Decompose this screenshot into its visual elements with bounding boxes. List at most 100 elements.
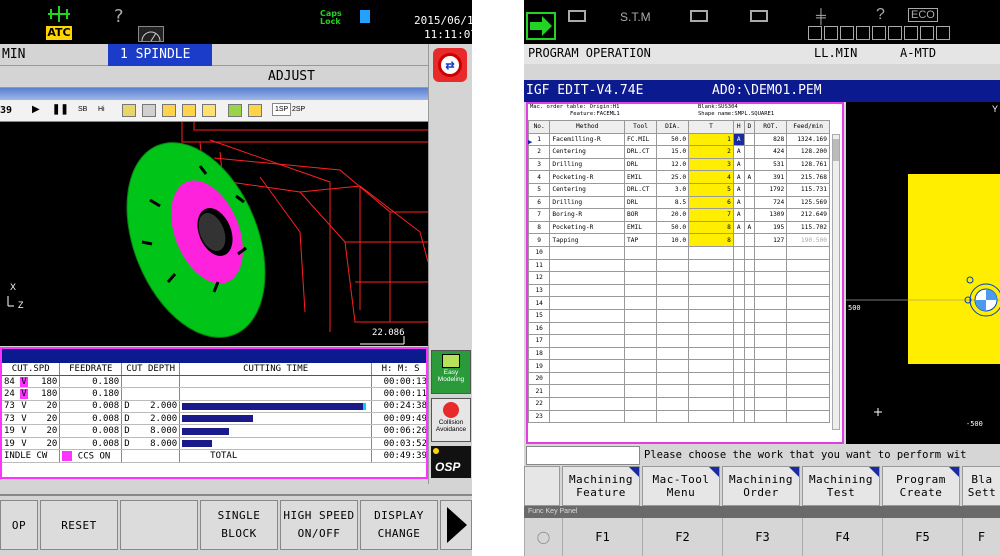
table-row[interactable]: 5 Centering DRL.CT 3.0 5 A 1792 115.731 bbox=[528, 182, 830, 197]
view-cube-icon[interactable] bbox=[228, 104, 242, 117]
shape-viewport[interactable]: Y 500 500 -500 bbox=[846, 102, 1000, 444]
fkey-high-speed[interactable]: HIGH SPEED ON/OFF bbox=[280, 500, 358, 550]
row-no: 10 bbox=[528, 245, 551, 260]
table-row[interactable]: 14 bbox=[528, 296, 830, 310]
toggle-icon[interactable] bbox=[750, 10, 768, 22]
table-row[interactable]: 2 Centering DRL.CT 15.0 2 A 424 128.200 bbox=[528, 145, 830, 159]
empty-cell bbox=[732, 308, 745, 323]
tick-label: -500 bbox=[966, 420, 983, 428]
empty-cell bbox=[754, 271, 788, 285]
table-row[interactable]: 1 Facemilling-R FC.MIL 50.0 1 A 828 1324.169 bbox=[528, 132, 830, 147]
fkey-blank-setting[interactable]: Bla Sett bbox=[962, 466, 1000, 506]
f1-key[interactable]: F1 bbox=[562, 518, 642, 556]
table-row[interactable]: 73 V 20 0.008 D 2.000 00:09:49 bbox=[2, 412, 426, 426]
empty-cell bbox=[786, 283, 830, 298]
table-row[interactable]: 20 bbox=[528, 371, 830, 386]
fkey-empty[interactable] bbox=[120, 500, 198, 550]
fkey-reset[interactable]: RESET bbox=[40, 500, 118, 550]
table-row[interactable]: 3 Drilling DRL 12.0 3 A 531 128.761 bbox=[528, 157, 830, 172]
view-cube-icon[interactable] bbox=[202, 104, 216, 117]
spindle2-toggle[interactable]: 2SP bbox=[292, 106, 305, 113]
table-row[interactable]: 12 bbox=[528, 271, 830, 285]
table-row[interactable]: 22 bbox=[528, 397, 830, 411]
view-cube-icon[interactable] bbox=[248, 104, 262, 117]
view-cube-icon[interactable] bbox=[162, 104, 176, 117]
table-row[interactable]: 21 bbox=[528, 384, 830, 399]
table-row[interactable]: 13 bbox=[528, 283, 830, 298]
table-scrollbar[interactable] bbox=[832, 134, 840, 430]
cv-mode: V bbox=[21, 413, 27, 424]
table-footer-row: INDLE CW CCS ON TOTAL 00:49:39 bbox=[2, 449, 426, 463]
view-tool-icon[interactable] bbox=[122, 104, 136, 117]
tool-number-cell: 4 bbox=[688, 170, 734, 184]
f2-key[interactable]: F2 bbox=[642, 518, 722, 556]
view-tool-icon[interactable] bbox=[142, 104, 156, 117]
table-row[interactable]: 16 bbox=[528, 321, 830, 336]
scroll-thumb[interactable] bbox=[833, 139, 839, 161]
simulation-viewport[interactable]: X Z 22.086 bbox=[0, 122, 428, 346]
row-no: 7 bbox=[528, 208, 551, 222]
depth-code: D bbox=[124, 438, 130, 449]
depth-code: D bbox=[124, 426, 130, 437]
col-header: H bbox=[732, 120, 745, 134]
table-row[interactable]: 4 Pocketing-R EMIL 25.0 4 A A 391 215.768 bbox=[528, 170, 830, 184]
table-row[interactable]: 6 Drilling DRL 8.5 6 A 724 125.569 bbox=[528, 195, 830, 210]
screen-icon[interactable] bbox=[690, 10, 708, 22]
collision-avoidance-button[interactable]: Collision Avoidance bbox=[431, 398, 471, 442]
hi-toggle[interactable]: Hi bbox=[98, 106, 105, 113]
fkey-op[interactable]: OP bbox=[0, 500, 38, 550]
fkey-machining-test[interactable]: Machining Test bbox=[802, 466, 880, 506]
table-row[interactable]: 19 V 20 0.008 D 8.000 00:03:52 bbox=[2, 437, 426, 451]
table-row[interactable]: 23 bbox=[528, 409, 830, 424]
document-icon[interactable] bbox=[360, 10, 370, 23]
next-page-arrow-icon[interactable] bbox=[440, 500, 472, 550]
fkey-mac-tool-menu[interactable]: Mac-Tool Menu bbox=[642, 466, 720, 506]
f4-key[interactable]: F4 bbox=[802, 518, 882, 556]
table-row[interactable]: 84 V 180 0.180 00:00:13 bbox=[2, 375, 426, 389]
single-block-toggle[interactable]: SB bbox=[78, 106, 87, 113]
h-cell: A bbox=[732, 195, 745, 210]
command-input[interactable] bbox=[526, 446, 640, 465]
no-program-icon[interactable]: ⇄ bbox=[433, 48, 467, 82]
empty-cell bbox=[624, 409, 658, 424]
table-row[interactable]: 18 bbox=[528, 346, 830, 361]
fkey-display-change[interactable]: DISPLAY CHANGE bbox=[360, 500, 438, 550]
cutting-time-bar bbox=[182, 427, 230, 435]
fkey-program-create[interactable]: Program Create bbox=[882, 466, 960, 506]
atc-icon[interactable]: ATC bbox=[46, 6, 72, 40]
table-row[interactable]: 17 bbox=[528, 334, 830, 348]
table-row[interactable]: 15 bbox=[528, 308, 830, 323]
f3-key[interactable]: F3 bbox=[722, 518, 802, 556]
view-cube-icon[interactable] bbox=[182, 104, 196, 117]
f5-key[interactable]: F5 bbox=[882, 518, 962, 556]
speech-bubble-icon[interactable]: ◯ bbox=[524, 518, 562, 556]
monitor-icon[interactable] bbox=[568, 10, 586, 22]
table-row[interactable]: 8 Pocketing-R EMIL 50.0 8 A A 195 115.702 bbox=[528, 220, 830, 235]
empty-cell bbox=[121, 449, 181, 463]
table-row[interactable]: 24 V 180 0.180 00:00:11 bbox=[2, 387, 426, 401]
play-icon[interactable]: ▶ bbox=[32, 104, 40, 115]
fkey-machining-feature[interactable]: Machining Feature bbox=[562, 466, 640, 506]
help-icon[interactable]: ? bbox=[876, 6, 885, 24]
cut-speed-cell: 73 V 20 bbox=[2, 412, 61, 426]
pause-icon[interactable]: ❚❚ bbox=[52, 104, 69, 115]
f6-key[interactable]: F bbox=[962, 518, 1000, 556]
table-row[interactable]: 73 V 20 0.008 D 2.000 00:24:38 bbox=[2, 400, 426, 414]
fkey-single-block[interactable]: SINGLE BLOCK bbox=[200, 500, 278, 550]
table-row[interactable]: 10 bbox=[528, 245, 830, 260]
table-row[interactable]: 11 bbox=[528, 258, 830, 273]
atc-gray-icon[interactable]: ╪ bbox=[816, 8, 826, 24]
empty-cell bbox=[732, 321, 745, 336]
easy-modeling-button[interactable]: Easy Modeling bbox=[431, 350, 471, 394]
table-row[interactable]: 19 bbox=[528, 359, 830, 373]
gauge-icon[interactable] bbox=[138, 26, 164, 42]
table-row[interactable]: 19 V 20 0.008 D 8.000 00:06:26 bbox=[2, 424, 426, 438]
spindle1-toggle[interactable]: 1SP bbox=[272, 103, 292, 116]
run-arrow-icon[interactable] bbox=[526, 12, 556, 40]
help-icon[interactable]: ? bbox=[114, 6, 124, 27]
table-row[interactable]: 9 Tapping TAP 10.0 8 127 190.500 bbox=[528, 233, 830, 247]
fkey-machining-order[interactable]: Machining Order bbox=[722, 466, 800, 506]
table-row[interactable]: 7 Boring-R BOR 20.0 7 A 1309 212.649 bbox=[528, 208, 830, 222]
empty-cell bbox=[786, 271, 830, 285]
empty-cell bbox=[732, 371, 745, 386]
